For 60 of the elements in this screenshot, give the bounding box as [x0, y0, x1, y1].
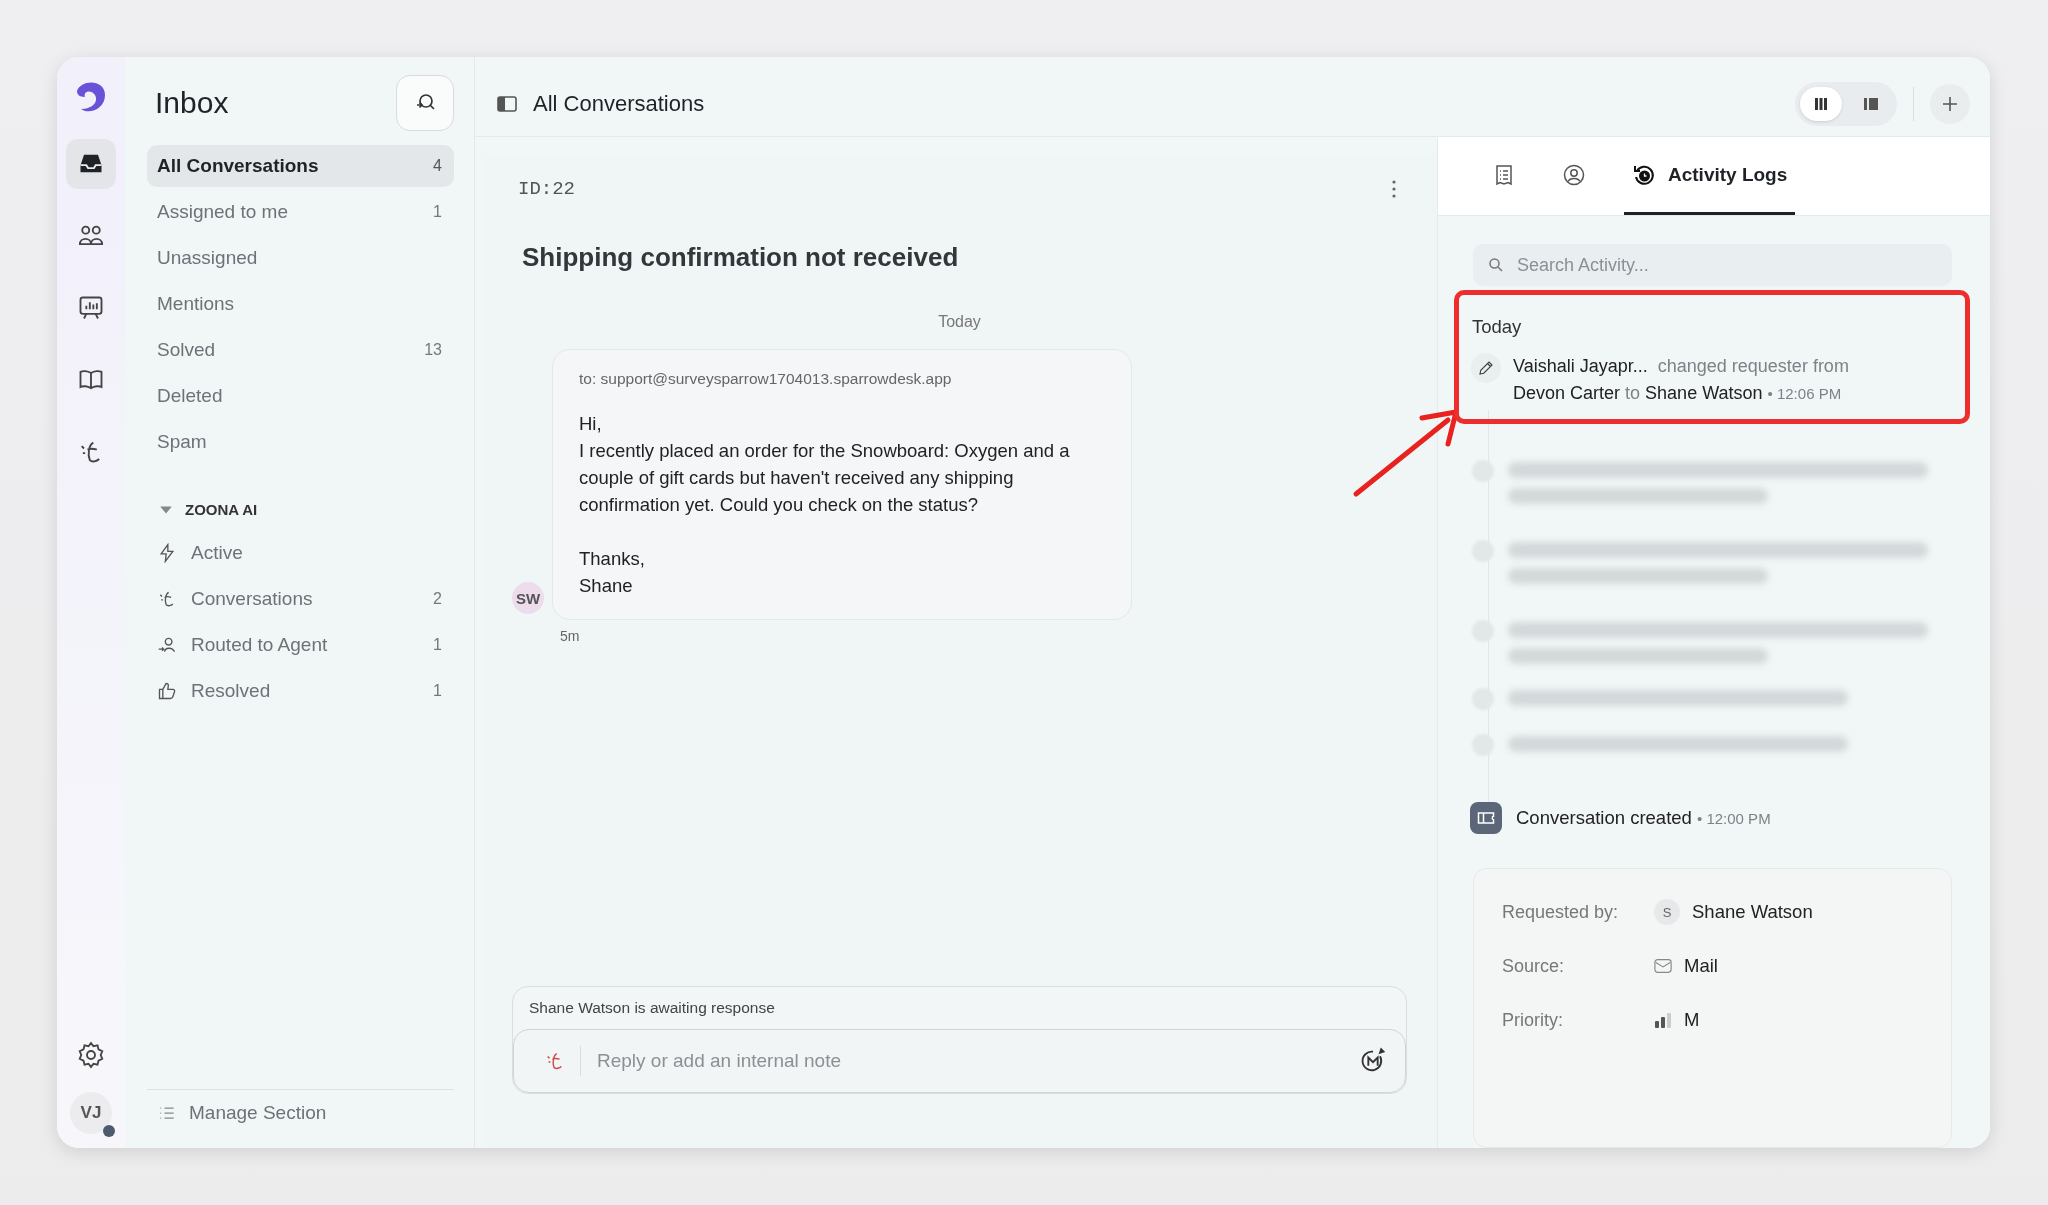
- caret-icon[interactable]: [159, 504, 173, 515]
- message-text: I recently placed an order for the Snowboard: Oxygen and a couple of gift cards but haven't received any shipping confirmation yet. Could you check on the status?: [579, 439, 1071, 517]
- sidebar-item[interactable]: All Conversations 4: [147, 145, 454, 187]
- sidebar-item[interactable]: Mentions: [147, 283, 454, 325]
- section-title: ZOONA AI: [185, 501, 258, 518]
- search-field[interactable]: Search Activity...: [1515, 253, 1938, 277]
- person-avatar: S: [1654, 899, 1680, 925]
- sidebar-item[interactable]: Deleted: [147, 375, 454, 417]
- search-box[interactable]: Search Activity...: [1473, 244, 1952, 286]
- search-button[interactable]: [396, 75, 454, 131]
- info-value: Shane Watson: [1692, 901, 1813, 923]
- log-text: Conversation created • 12:00 PM: [1516, 807, 1771, 829]
- sidebar-item[interactable]: Resolved 1: [147, 670, 454, 712]
- message-text: Thanks,: [579, 547, 646, 571]
- conversation-id: ID:22: [518, 178, 575, 200]
- date-heading: Today: [1471, 315, 1523, 338]
- conversation-subject: Shipping confirmation not received: [522, 242, 960, 273]
- log-text: Vaishali Jayapr... changed requester from Devon Carter to Shane Watson • 12:06 PM: [1513, 355, 1849, 405]
- inbox-title: Inbox: [154, 86, 229, 120]
- reply-field[interactable]: Reply or add an internal note: [595, 1049, 1345, 1073]
- columns-icon: [1813, 95, 1829, 112]
- sidebar-item[interactable]: Conversations 2: [147, 578, 454, 620]
- user-avatar[interactable]: VJ: [70, 1092, 112, 1134]
- sidebar-item[interactable]: Routed to Agent 1: [147, 624, 454, 666]
- manage-section-link[interactable]: Manage Section: [147, 1089, 454, 1132]
- lightning-icon: [157, 543, 177, 563]
- sidebar-toggle-icon[interactable]: [497, 95, 517, 112]
- priority-bars-icon: [1654, 1012, 1672, 1028]
- reply-box[interactable]: Reply or add an internal note: [513, 1029, 1406, 1093]
- mail-icon: [1654, 958, 1672, 974]
- ticket-icon: [1470, 802, 1502, 834]
- message-text: Hi,: [579, 412, 603, 436]
- add-button[interactable]: [1930, 83, 1970, 124]
- info-label: Requested by:: [1502, 901, 1620, 923]
- sidebar-item[interactable]: Spam: [147, 421, 454, 463]
- sidebar-item[interactable]: Solved 13: [147, 329, 454, 371]
- sender-avatar: SW: [512, 582, 544, 614]
- awaiting-status: Shane Watson is awaiting response: [528, 998, 776, 1018]
- message-time: 5m: [560, 628, 581, 644]
- pencil-icon: [1471, 353, 1501, 383]
- inbox-icon[interactable]: [66, 139, 116, 189]
- date-divider: Today: [937, 313, 982, 331]
- sidebar-item[interactable]: Assigned to me 1: [147, 191, 454, 233]
- user-circle-icon: [1562, 162, 1586, 187]
- message-text: Shane: [579, 574, 634, 598]
- person-arrow-icon: [157, 635, 177, 655]
- search-icon: [1487, 256, 1505, 274]
- info-label: Priority:: [1502, 1009, 1564, 1031]
- info-label: Source:: [1502, 955, 1566, 977]
- panel-icon: [1863, 95, 1879, 112]
- more-icon[interactable]: [1391, 179, 1397, 199]
- sidebar-item[interactable]: Unassigned: [147, 237, 454, 279]
- thumbs-up-icon: [157, 681, 177, 701]
- sidebar-item[interactable]: Active: [147, 532, 454, 574]
- view-title: All Conversations: [533, 90, 705, 117]
- columns-view-button[interactable]: [1800, 86, 1842, 121]
- info-value: Mail: [1684, 955, 1718, 977]
- settings-icon[interactable]: [76, 1040, 106, 1070]
- info-value: M: [1684, 1009, 1700, 1031]
- recipient-line: to: support@surveysparrow1704013.sparrowdesk.app: [579, 370, 953, 388]
